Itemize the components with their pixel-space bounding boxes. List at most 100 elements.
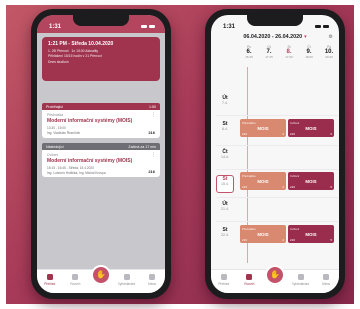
row-date-label: St 8.4. xyxy=(216,121,234,139)
row-date: 7.4. xyxy=(222,101,228,105)
info-row: Dnes studium xyxy=(48,60,154,64)
event-name: MOIS xyxy=(305,125,317,131)
info-item: Dnes studium xyxy=(48,59,69,64)
battery-icon xyxy=(323,25,329,28)
tab-menu[interactable]: Menu xyxy=(316,274,336,286)
schedule-event-exercise[interactable]: Cvičení MOIS 216 5 xyxy=(288,172,334,190)
day-time: 17:15 xyxy=(265,55,273,59)
event-name: MOIS xyxy=(257,125,269,131)
day-header: Po 6. 15:45 Út 7. 17:15 St 8. 17:00 Čt 9. 18:00 … xyxy=(239,45,339,67)
event-type: Přednáška xyxy=(242,120,256,125)
info-item: 1. 2B Přenoct xyxy=(48,48,69,53)
current-header-remaining: 1:50 xyxy=(149,104,156,109)
row-date: 22.4. xyxy=(221,233,229,237)
event-type: Cvičení xyxy=(290,120,300,125)
filter-icon[interactable]: ⚙ xyxy=(329,34,333,40)
schedule-event-exercise[interactable]: Cvičení MOIS 216 5 xyxy=(288,119,334,137)
event-type: Cvičení xyxy=(290,226,300,231)
tab-schedule[interactable]: Rozvrh xyxy=(65,274,85,286)
overview-screen: 1:31 1:21 PM - Středa 10.04.2020 1. 2B P… xyxy=(37,15,165,293)
lesson-room: 216 xyxy=(148,130,155,135)
next-lesson-card[interactable]: ⋮ Cvičení Moderní informační systémy (MO… xyxy=(42,150,160,177)
event-type: Přednáška xyxy=(242,226,256,231)
row-date-label: Út 21.4. xyxy=(216,201,234,219)
day-column[interactable]: Út 7. 17:15 xyxy=(259,45,279,67)
home-icon xyxy=(220,274,227,280)
status-icons xyxy=(315,25,329,28)
row-divider xyxy=(216,145,338,146)
day-column[interactable]: Pá 10. 20:30 xyxy=(319,45,339,67)
lesson-time: 15:15 - 16:45 - Středa, 15.4.2020 xyxy=(47,165,94,170)
event-count: 5 xyxy=(330,238,332,242)
info-row: 1. 2B Přenoct 1x 1/100 Aktuality xyxy=(48,49,154,53)
tab-overview[interactable]: Přehled xyxy=(40,274,60,286)
tab-search[interactable]: Vyhledávání xyxy=(291,274,311,286)
calendar-icon xyxy=(246,274,253,280)
day-column[interactable]: Po 6. 15:45 xyxy=(239,45,259,67)
phone-schedule: 1:31 06.04.2020 - 26.04.2020 ▾ ⚙ Po 6. 15:… xyxy=(205,9,345,299)
event-name: MOIS xyxy=(257,178,269,184)
row-date: 8.4. xyxy=(222,127,228,131)
tab-label: Přehled xyxy=(218,281,230,286)
schedule-event-lecture[interactable]: Přednáška MOIS 216 2 xyxy=(240,119,286,137)
signal-icon xyxy=(141,25,147,28)
next-section-header: Následující Začíná za 17 min xyxy=(42,143,160,150)
event-type: Přednáška xyxy=(242,173,256,178)
tab-label: Vyhledávání xyxy=(291,281,310,286)
row-date-label: St 22.4. xyxy=(216,227,234,245)
day-time: 18:00 xyxy=(305,55,313,59)
menu-icon xyxy=(323,274,330,280)
schedule-event-exercise[interactable]: Cvičení MOIS 216 5 xyxy=(288,225,334,243)
current-lesson-card[interactable]: ⋮ Přednáška Moderní informační systémy (… xyxy=(42,110,160,138)
lesson-title: Moderní informační systémy (MOIS) xyxy=(47,158,133,164)
hand-button[interactable]: ✋ xyxy=(91,265,111,285)
event-room: 216 xyxy=(290,185,296,189)
hand-button[interactable]: ✋ xyxy=(265,265,285,285)
event-count: 5 xyxy=(330,132,332,136)
next-header-label: Následující xyxy=(46,144,64,149)
tab-menu[interactable]: Menu xyxy=(142,274,162,286)
tab-label: Přehled xyxy=(44,281,56,286)
tab-label: Menu xyxy=(322,281,331,286)
current-section-header: Probíhající 1:50 xyxy=(42,103,160,110)
row-divider xyxy=(216,221,338,222)
schedule-screen: 1:31 06.04.2020 - 26.04.2020 ▾ ⚙ Po 6. 15:… xyxy=(211,15,339,293)
row-date: 21.4. xyxy=(221,207,229,211)
current-header-label: Probíhající xyxy=(46,104,64,109)
status-time: 1:31 xyxy=(49,23,62,30)
hand-icon: ✋ xyxy=(96,270,106,279)
row-date: 14.4. xyxy=(221,155,229,159)
tab-search[interactable]: Vyhledávání xyxy=(117,274,137,286)
event-room: 216 xyxy=(290,238,296,242)
menu-icon xyxy=(149,274,156,280)
tab-schedule[interactable]: Rozvrh xyxy=(239,274,259,286)
event-name: MOIS xyxy=(257,231,269,237)
day-column[interactable]: St 8. 17:00 xyxy=(279,45,299,67)
tab-label: Rozvrh xyxy=(244,281,255,286)
event-room: 216 xyxy=(242,238,248,242)
lesson-room: 216 xyxy=(148,169,155,174)
lesson-type: Přednáška xyxy=(47,113,64,117)
schedule-event-lecture[interactable]: Přednáška MOIS 216 2 xyxy=(240,172,286,190)
event-room: 216 xyxy=(242,185,248,189)
day-info-card[interactable]: 1:21 PM - Středa 10.04.2020 1. 2B Přenoc… xyxy=(42,37,160,81)
row-divider xyxy=(216,115,338,116)
info-row: Přihlášení 15/15 hodin v 21 Přenoct xyxy=(48,54,154,58)
home-icon xyxy=(46,274,53,280)
status-icons xyxy=(141,25,155,28)
day-time: 20:30 xyxy=(325,55,333,59)
schedule-event-lecture[interactable]: Přednáška MOIS 216 2 xyxy=(240,225,286,243)
row-date: 15.4. xyxy=(221,182,229,186)
more-icon[interactable]: ⋮ xyxy=(151,152,156,158)
more-icon[interactable]: ⋮ xyxy=(151,112,156,118)
day-column[interactable]: Čt 9. 18:00 xyxy=(299,45,319,67)
tab-overview[interactable]: Přehled xyxy=(214,274,234,286)
lesson-teacher: Ing. Vladislav Řezníček xyxy=(47,131,81,135)
status-time: 1:31 xyxy=(223,23,236,30)
row-date-label-today: St 15.4. xyxy=(216,175,234,193)
event-type: Cvičení xyxy=(290,173,300,178)
day-time: 15:45 xyxy=(245,55,253,59)
tab-label: Vyhledávání xyxy=(117,281,136,286)
lesson-teacher: Ing. Lubomír Hrdlička, Ing. Michal Kroup… xyxy=(47,171,106,175)
battery-icon xyxy=(149,25,155,28)
